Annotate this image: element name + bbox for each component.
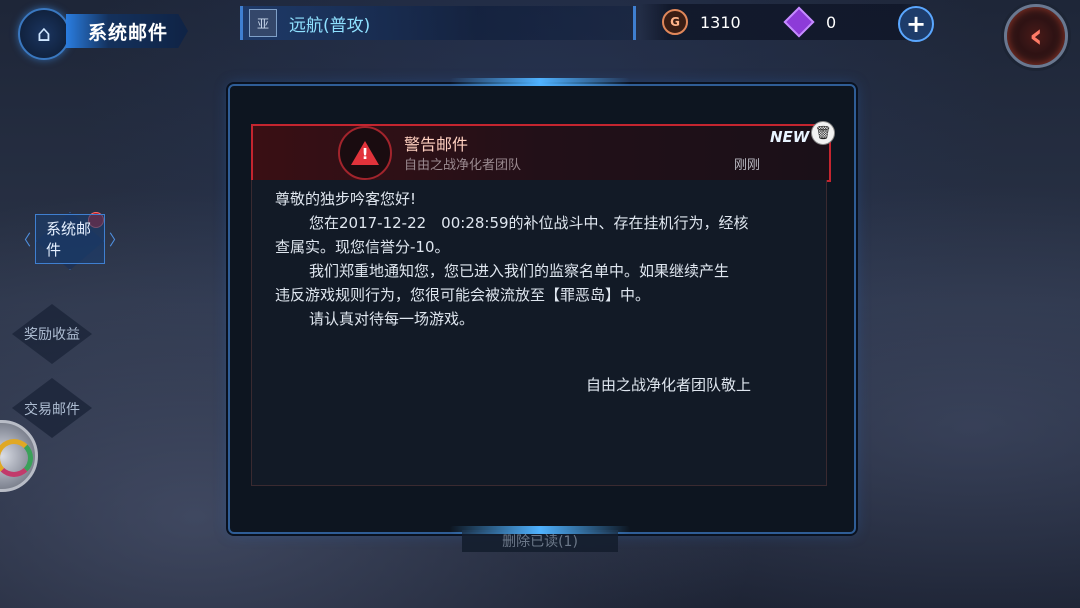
game-mode-label: 远航(普攻): [289, 15, 371, 36]
new-badge: NEW: [770, 128, 810, 146]
gold-coin-symbol: G: [670, 15, 680, 29]
warning-badge: !: [338, 126, 392, 180]
rank-icon: 亚: [249, 9, 277, 37]
gem-icon: [783, 6, 815, 38]
delete-read-label: 删除已读(1): [502, 534, 578, 550]
trash-icon: 🗑: [814, 125, 832, 141]
game-mode-banner[interactable]: 亚 远航(普攻): [240, 6, 636, 40]
panel-bottom-accent: [450, 526, 630, 534]
game-logo-icon[interactable]: [0, 420, 38, 492]
mail-paragraph-line: 违反游戏规则行为，您很可能会被流放至【罪恶岛】中。: [275, 286, 651, 304]
gem-amount: 0: [826, 12, 837, 32]
gold-coin-icon: G: [662, 9, 688, 35]
sidebar-item-label: 奖励收益: [24, 327, 80, 343]
sidebar-item-rewards[interactable]: 奖励收益: [6, 317, 98, 351]
sidebar-item-system-mail[interactable]: 〈 系统邮件 〉: [16, 214, 124, 264]
mail-time: 刚刚: [734, 158, 761, 173]
mail-sender: 自由之战净化者团队: [404, 158, 522, 173]
page-title: 系统邮件: [66, 14, 188, 48]
mail-signature: 自由之战净化者团队敬上: [586, 376, 752, 394]
mail-paragraph-line: 请认真对待每一场游戏。: [309, 310, 475, 328]
currency-bar: G 1310 0: [640, 4, 930, 40]
mail-title: 警告邮件: [404, 135, 469, 154]
delete-mail-button[interactable]: 🗑: [811, 121, 835, 145]
sidebar-item-trade-mail[interactable]: 交易邮件: [6, 392, 98, 426]
plus-icon: +: [905, 10, 927, 38]
panel-top-accent: [450, 78, 630, 86]
chevron-left-icon: ‹: [1028, 16, 1043, 56]
home-button[interactable]: ⌂: [18, 8, 70, 60]
back-button[interactable]: ‹: [1004, 4, 1068, 68]
mail-paragraph-line: 您在2017-12-22 00:28:59的补位战斗中、存在挂机行为，经核: [309, 214, 749, 232]
home-icon: ⌂: [37, 21, 51, 47]
chevron-right-icon: 〉: [108, 230, 124, 249]
mail-paragraph-line: 我们郑重地通知您，您已进入我们的监察名单中。如果继续产生: [309, 262, 730, 280]
sidebar-item-label: 系统邮件: [35, 214, 105, 264]
mail-paragraph-line: 查属实。现您信誉分-10。: [275, 238, 450, 256]
chevron-left-icon: 〈: [16, 230, 32, 249]
gold-amount: 1310: [700, 12, 741, 32]
sidebar-item-label: 交易邮件: [24, 402, 80, 418]
mail-greeting: 尊敬的独步吟客您好!: [275, 190, 417, 208]
add-currency-button[interactable]: +: [898, 6, 934, 42]
logo-mark: [0, 439, 33, 477]
warning-icon-mark: !: [361, 145, 369, 163]
warning-icon: !: [351, 141, 379, 165]
page-title-text: 系统邮件: [88, 21, 169, 44]
rank-icon-glyph: 亚: [256, 16, 269, 31]
